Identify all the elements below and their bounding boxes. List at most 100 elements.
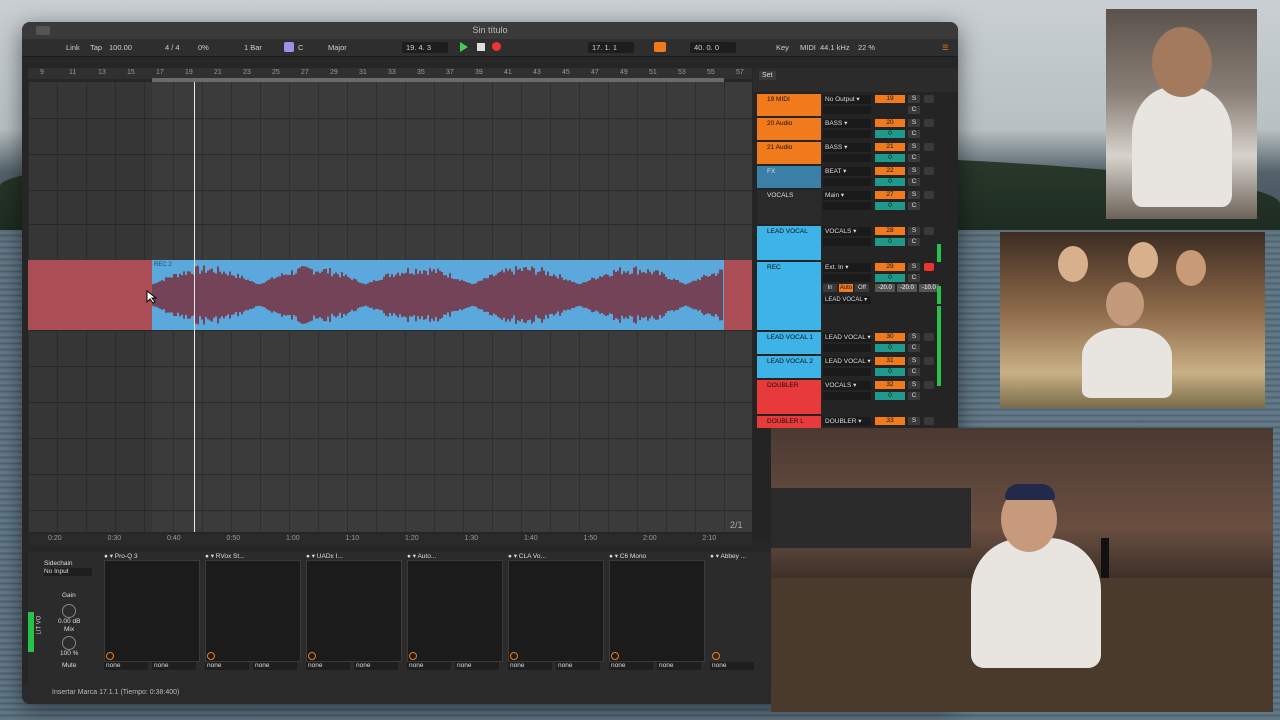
plugin-select[interactable]: none bbox=[253, 662, 297, 670]
track-activator[interactable]: 33 bbox=[875, 417, 905, 425]
solo-button[interactable]: S bbox=[908, 417, 920, 425]
mixer-track[interactable]: FX BEAT ▾ 22 0 S C bbox=[757, 166, 955, 188]
track-activator[interactable]: 28 bbox=[875, 227, 905, 235]
plugin-select[interactable]: none bbox=[657, 662, 701, 670]
track-sub-select[interactable] bbox=[823, 178, 871, 186]
track-activator[interactable]: 22 bbox=[875, 167, 905, 175]
arm-button[interactable] bbox=[924, 191, 934, 199]
clip-left-extension[interactable] bbox=[28, 260, 152, 330]
play-icon[interactable] bbox=[460, 42, 468, 52]
plugin-panel[interactable] bbox=[407, 560, 503, 662]
pan-center-button[interactable]: C bbox=[908, 392, 920, 400]
solo-button[interactable]: S bbox=[908, 227, 920, 235]
track-output-select[interactable]: DOUBLER ▾ bbox=[823, 417, 871, 426]
track-activator[interactable]: 21 bbox=[875, 143, 905, 151]
set-button[interactable]: Set bbox=[759, 71, 776, 80]
key-root-select[interactable]: C bbox=[298, 42, 303, 53]
plugin-select[interactable]: none bbox=[609, 662, 653, 670]
track-name[interactable]: DOUBLER bbox=[757, 380, 821, 414]
mute-button[interactable]: Mute bbox=[62, 662, 76, 669]
plugin-panel[interactable] bbox=[104, 560, 200, 662]
solo-button[interactable]: S bbox=[908, 119, 920, 127]
pan-center-button[interactable]: C bbox=[908, 178, 920, 186]
solo-button[interactable]: S bbox=[908, 191, 920, 199]
plugin-panel[interactable] bbox=[205, 560, 301, 662]
track-activator[interactable]: 20 bbox=[875, 119, 905, 127]
loop-toggle-icon[interactable] bbox=[654, 42, 666, 52]
plugin-panel[interactable] bbox=[306, 560, 402, 662]
plugin-panel[interactable] bbox=[508, 560, 604, 662]
loop-start[interactable]: 17. 1. 1 bbox=[592, 42, 617, 53]
quantize-select[interactable]: 1 Bar bbox=[244, 42, 262, 53]
plugin-select[interactable]: none bbox=[104, 662, 148, 670]
track-output-select[interactable]: VOCALS ▾ bbox=[823, 227, 871, 236]
track-output-select[interactable]: Ext. In ▾ bbox=[823, 263, 871, 272]
track-output-select[interactable]: Main ▾ bbox=[823, 191, 871, 200]
mixer-track[interactable]: VOCALS Main ▾ 27 0 S C bbox=[757, 190, 955, 224]
track-output-select[interactable]: LEAD VOCAL ▾ bbox=[823, 333, 871, 342]
mix-knob[interactable] bbox=[62, 636, 76, 650]
plugin-header[interactable]: ● ▾ Abbey ... bbox=[710, 552, 746, 560]
record-icon[interactable] bbox=[492, 42, 501, 51]
solo-button[interactable]: S bbox=[908, 263, 920, 271]
track-activator[interactable]: 29 bbox=[875, 263, 905, 271]
track-output-select[interactable]: LEAD VOCAL ▾ bbox=[823, 296, 871, 304]
track-volume[interactable]: 0 bbox=[875, 202, 905, 210]
plugin-header[interactable]: ● ▾ RVox St... bbox=[205, 552, 245, 560]
track-sub-select[interactable] bbox=[823, 344, 871, 352]
track-name[interactable]: DOUBLER L bbox=[757, 416, 821, 428]
arm-button[interactable] bbox=[924, 381, 934, 389]
pan-center-button[interactable]: C bbox=[908, 202, 920, 210]
arm-button[interactable] bbox=[924, 263, 934, 271]
solo-button[interactable]: S bbox=[908, 95, 920, 103]
pan-center-button[interactable]: C bbox=[908, 130, 920, 138]
send-value[interactable]: -20.0 bbox=[875, 284, 895, 292]
menu-icon[interactable]: ☰ bbox=[942, 42, 949, 53]
key-badge-icon[interactable] bbox=[284, 42, 294, 52]
track-activator[interactable]: 32 bbox=[875, 381, 905, 389]
solo-button[interactable]: S bbox=[908, 357, 920, 365]
track-sub-select[interactable] bbox=[823, 274, 871, 282]
plugin-header[interactable]: ● ▾ C6 Mono bbox=[609, 552, 646, 560]
track-name[interactable]: 19 MIDI bbox=[757, 94, 821, 116]
scale-select[interactable]: Major bbox=[328, 42, 347, 53]
arm-button[interactable] bbox=[924, 119, 934, 127]
track-activator[interactable]: 30 bbox=[875, 333, 905, 341]
monitor-button[interactable]: In bbox=[823, 284, 837, 292]
track-volume[interactable]: 0 bbox=[875, 238, 905, 246]
mixer-track[interactable]: 20 Audio BASS ▾ 20 0 S C bbox=[757, 118, 955, 140]
stop-icon[interactable] bbox=[477, 43, 485, 51]
solo-button[interactable]: S bbox=[908, 333, 920, 341]
playhead[interactable] bbox=[194, 82, 195, 532]
pan-center-button[interactable]: C bbox=[908, 368, 920, 376]
link-button[interactable]: Link bbox=[66, 42, 80, 53]
time-ruler[interactable]: 0:20 0:30 0:40 0:50 1:00 1:10 1:20 1:30 1:40 1:50… bbox=[28, 534, 752, 545]
plugin-header[interactable]: ● ▾ UADx I... bbox=[306, 552, 343, 560]
track-volume[interactable]: 0 bbox=[875, 344, 905, 352]
solo-button[interactable]: S bbox=[908, 167, 920, 175]
mixer-track[interactable]: LEAD VOCAL VOCALS ▾ 28 0 S C bbox=[757, 226, 955, 260]
swing-field[interactable]: 0% bbox=[198, 42, 209, 53]
track-volume[interactable]: 0 bbox=[875, 178, 905, 186]
pan-center-button[interactable]: C bbox=[908, 238, 920, 246]
arm-button[interactable] bbox=[924, 333, 934, 341]
mixer-track[interactable]: LEAD VOCAL 1 LEAD VOCAL ▾ 30 0 S C bbox=[757, 332, 955, 354]
plugin-select[interactable]: none bbox=[556, 662, 600, 670]
mixer-track[interactable]: 19 MIDI No Output ▾ 19 S C bbox=[757, 94, 955, 116]
track-output-select[interactable]: BASS ▾ bbox=[823, 143, 871, 152]
loop-length[interactable]: 40. 0. 0 bbox=[694, 42, 719, 53]
arm-button[interactable] bbox=[924, 357, 934, 365]
track-sub-select[interactable] bbox=[823, 202, 871, 210]
track-name[interactable]: LEAD VOCAL 2 bbox=[757, 356, 821, 378]
track-sub-select[interactable] bbox=[823, 238, 871, 246]
gain-knob[interactable] bbox=[62, 604, 76, 618]
track-name[interactable]: VOCALS bbox=[757, 190, 821, 224]
plugin-select[interactable]: none bbox=[205, 662, 249, 670]
send-value[interactable]: -10.0 bbox=[919, 284, 939, 292]
plugin-header[interactable]: ● ▾ Auto... bbox=[407, 552, 436, 560]
track-activator[interactable]: 19 bbox=[875, 95, 905, 103]
track-name[interactable]: REC bbox=[757, 262, 821, 330]
key-map-button[interactable]: Key bbox=[776, 42, 789, 53]
track-volume[interactable]: 0 bbox=[875, 130, 905, 138]
track-output-select[interactable]: No Output ▾ bbox=[823, 95, 871, 104]
